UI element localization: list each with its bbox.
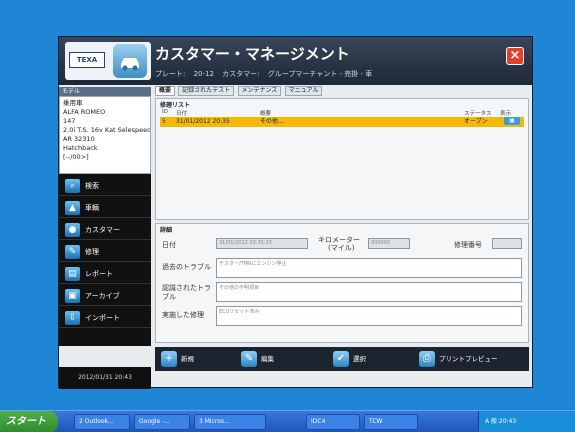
repair-list-panel: 修理リスト ID 日付 概要 ステータス 表示 5 31/01/2012 20:…	[155, 98, 529, 220]
sidebar-item-label: アーカイブ	[85, 292, 120, 300]
taskbar-item[interactable]: 2 Outlook...	[74, 414, 130, 430]
sidebar-item-label: 修理	[85, 248, 99, 256]
past-trouble-label: 過去のトラブル	[162, 263, 211, 271]
sidebar-item-archive[interactable]: ▣ アーカイブ	[59, 286, 151, 306]
col-date: 日付	[176, 111, 188, 117]
close-icon[interactable]: ×	[506, 47, 524, 65]
col-id: ID	[162, 109, 168, 115]
plate-value: 20-12	[193, 70, 214, 78]
repair-list-title: 修理リスト	[160, 102, 191, 109]
model-line: [--/00>]	[63, 153, 89, 161]
tab-manual[interactable]: マニュアル	[284, 86, 323, 96]
vehicle-info: プレート: 20-12 カスタマー: グループマーチャント - 売掛 - 車	[155, 69, 378, 79]
model-line: AR 32310	[63, 135, 95, 143]
repair-list-header: ID 日付 概要 ステータス 表示	[160, 109, 524, 117]
repair-number-field[interactable]	[492, 238, 522, 249]
car-icon[interactable]	[113, 44, 147, 78]
archive-icon: ▣	[65, 289, 80, 303]
page-title: カスタマー・マネージメント	[155, 45, 350, 63]
sidebar-item-label: カスタマー	[85, 226, 120, 234]
row-status: オープン	[464, 118, 488, 125]
sidebar-nav: ⌕ 検索 ▲ 車輌 ● カスタマー ✎ 修理 ▤ レポート ▣ アーカイブ ⇩ …	[59, 174, 151, 346]
sidebar-item-customer[interactable]: ● カスタマー	[59, 220, 151, 240]
row-date: 31/01/2012 20:35	[176, 118, 230, 125]
recognized-trouble-field[interactable]: その他の不明項目	[216, 282, 522, 302]
sidebar-item-vehicle[interactable]: ▲ 車輌	[59, 198, 151, 218]
select-icon: ✔	[333, 351, 349, 367]
print-preview-icon: ⎙	[419, 351, 435, 367]
print-preview-button[interactable]: ⎙ プリントプレビュー	[417, 350, 498, 368]
logo-area: TEXA	[65, 42, 151, 80]
customer-label: カスタマー:	[222, 70, 260, 78]
datetime-display: 2012/01/31 20:43	[59, 367, 151, 389]
sidebar-item-repair[interactable]: ✎ 修理	[59, 242, 151, 262]
details-panel: 詳細 日付 31/01/2012 20:35:23 キロメーター (マイル) 0…	[155, 223, 529, 343]
model-line: 乗用車	[63, 99, 83, 107]
model-header: モデル	[59, 87, 151, 96]
select-button[interactable]: ✔ 選択	[331, 350, 366, 368]
edit-button[interactable]: ✎ 編集	[239, 350, 274, 368]
table-row[interactable]: 5 31/01/2012 20:35 その他... オープン ▣	[160, 117, 524, 127]
new-icon: +	[161, 351, 177, 367]
sidebar-item-label: 車輌	[85, 204, 99, 212]
date-field[interactable]: 31/01/2012 20:35:23	[216, 238, 308, 249]
row-id: 5	[162, 118, 166, 125]
model-line: ALFA ROMEO	[63, 108, 106, 116]
report-icon: ▤	[65, 267, 80, 281]
view-icon[interactable]: ▣	[504, 117, 520, 125]
plate-label: プレート:	[155, 70, 186, 78]
header: TEXA カスタマー・マネージメント × プレート: 20-12 カスタマー: …	[59, 37, 532, 85]
row-summary: その他...	[260, 118, 284, 125]
import-icon: ⇩	[65, 311, 80, 325]
performed-repair-field[interactable]: ECUリセット済み	[216, 306, 522, 326]
app-window: TEXA カスタマー・マネージメント × プレート: 20-12 カスタマー: …	[58, 36, 533, 389]
recognized-trouble-label: 認識されたトラブル	[162, 284, 211, 301]
customer-value: グループマーチャント - 売掛 - 車	[267, 70, 373, 78]
model-info: 乗用車 ALFA ROMEO 147 2.0i T.S. 16v Kat Sel…	[59, 96, 151, 174]
sidebar-item-report[interactable]: ▤ レポート	[59, 264, 151, 284]
performed-repair-label: 実施した修理	[162, 311, 204, 319]
tab-recorded-tests[interactable]: 記録されたテスト	[178, 86, 235, 96]
km-field[interactable]: 000000	[368, 238, 410, 249]
col-summary: 概要	[260, 111, 272, 117]
edit-label: 編集	[261, 355, 274, 363]
repair-icon: ✎	[65, 245, 80, 259]
col-status: ステータス	[464, 111, 492, 117]
car-icon: ▲	[65, 201, 80, 215]
tab-bar: 概要 記録されたテスト メンテナンス マニュアル	[155, 86, 323, 96]
search-icon: ⌕	[65, 179, 80, 193]
select-label: 選択	[353, 355, 366, 363]
action-bar: + 新規 ✎ 編集 ✔ 選択 ⎙ プリントプレビュー	[155, 347, 529, 371]
past-trouble-field[interactable]: テスター/TMRにエンジン停止	[216, 258, 522, 278]
sidebar-item-label: 検索	[85, 182, 99, 190]
sidebar-item-import[interactable]: ⇩ インポート	[59, 308, 151, 328]
taskbar-item[interactable]: TCW	[364, 414, 418, 430]
system-tray: A 般 20:43	[478, 411, 575, 432]
taskbar-item[interactable]: IDC4	[306, 414, 360, 430]
details-title: 詳細	[160, 227, 173, 234]
start-button[interactable]: スタート	[0, 411, 58, 432]
customer-icon: ●	[65, 223, 80, 237]
new-label: 新規	[181, 355, 194, 363]
model-line: 147	[63, 117, 76, 125]
taskbar: スタート 2 Outlook... Google -... 3 Micros..…	[0, 410, 575, 432]
sidebar-item-label: レポート	[85, 270, 113, 278]
taskbar-item[interactable]: 3 Micros...	[194, 414, 266, 430]
texa-logo: TEXA	[69, 52, 105, 68]
sidebar-item-search[interactable]: ⌕ 検索	[59, 176, 151, 196]
km-unit-label: (マイル)	[328, 244, 355, 252]
new-button[interactable]: + 新規	[159, 350, 194, 368]
print-preview-label: プリントプレビュー	[439, 355, 498, 363]
tab-maintenance[interactable]: メンテナンス	[237, 86, 282, 96]
sidebar-item-label: インポート	[85, 314, 120, 322]
date-label: 日付	[162, 241, 176, 249]
model-line: 2.0i T.S. 16v Kat Selespeed	[63, 126, 151, 134]
edit-icon: ✎	[241, 351, 257, 367]
taskbar-item[interactable]: Google -...	[134, 414, 190, 430]
col-view: 表示	[500, 111, 512, 117]
model-line: Hatchback	[63, 144, 98, 152]
tab-overview[interactable]: 概要	[155, 86, 176, 96]
repair-number-label: 修理番号	[454, 241, 482, 249]
